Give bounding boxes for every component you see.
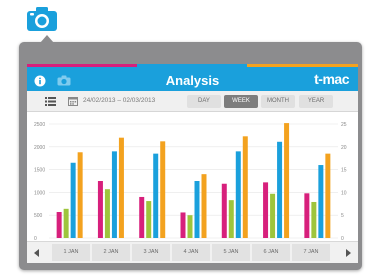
- bar-4-jan-s4: [201, 174, 207, 238]
- bar-1-jan-s4: [77, 152, 83, 238]
- bar-3-jan-s2: [146, 201, 152, 238]
- bar-3-jan-s4: [160, 141, 166, 238]
- arrow-left-icon[interactable]: [34, 249, 39, 257]
- y-tick-left: 1500: [34, 168, 45, 174]
- y-tick-left: 500: [34, 213, 43, 219]
- day-button-4[interactable]: 4 JAN: [172, 244, 210, 261]
- bar-3-jan-s1: [139, 196, 145, 238]
- brand-stripe-orange: [247, 64, 358, 67]
- header-bar: Analysis t-mac: [27, 64, 358, 91]
- y-tick-left: 2000: [34, 145, 45, 151]
- bar-3-jan-s3: [153, 153, 159, 238]
- bar-2-jan-s1: [97, 181, 103, 238]
- tab-week[interactable]: WEEK: [224, 95, 258, 108]
- bar-1-jan-s3: [70, 162, 76, 238]
- calendar-icon[interactable]: [68, 96, 78, 106]
- popover-pointer: [40, 35, 54, 43]
- y-tick-right: 20: [341, 145, 347, 151]
- y-tick-right: 10: [341, 190, 347, 196]
- arrow-right-icon[interactable]: [346, 249, 351, 257]
- app-screen: Analysis t-mac 24/02/2013 – 02/03/2013 D…: [27, 64, 358, 263]
- bar-7-jan-s4: [325, 153, 331, 238]
- bar-7-jan-s2: [311, 201, 317, 238]
- camera-icon[interactable]: [26, 6, 58, 32]
- bar-1-jan-s1: [56, 212, 62, 238]
- brand-logo: t-mac: [314, 71, 349, 87]
- tab-month[interactable]: MONTH: [261, 95, 295, 108]
- bar-5-jan-s3: [235, 151, 241, 238]
- date-range[interactable]: 24/02/2013 – 02/03/2013: [83, 97, 155, 104]
- y-tick-right: 5: [341, 213, 344, 219]
- page-title: Analysis: [165, 73, 220, 88]
- bar-2-jan-s3: [111, 151, 117, 238]
- bar-6-jan-s1: [263, 182, 269, 238]
- day-button-7[interactable]: 7 JAN: [292, 244, 330, 261]
- bar-6-jan-s4: [284, 123, 290, 238]
- brand-stripe-pink: [27, 64, 137, 67]
- day-button-1[interactable]: 1 JAN: [52, 244, 90, 261]
- list-icon[interactable]: [45, 97, 56, 106]
- bar-2-jan-s4: [118, 137, 124, 238]
- bar-6-jan-s3: [277, 141, 283, 238]
- y-tick-right: 0: [341, 236, 344, 240]
- y-tick-right: 15: [341, 168, 347, 174]
- toolbar: 24/02/2013 – 02/03/2013 DAY WEEK MONTH Y…: [27, 91, 358, 112]
- bar-4-jan-s1: [180, 212, 186, 238]
- y-tick-right: 25: [341, 122, 347, 128]
- day-button-3[interactable]: 3 JAN: [132, 244, 170, 261]
- bar-chart: 2500 252000 201500 151000 10500 50 0: [34, 122, 347, 240]
- bar-4-jan-s3: [194, 181, 200, 238]
- brand-stripe-blue: [137, 64, 247, 67]
- bar-7-jan-s1: [304, 193, 310, 238]
- bar-7-jan-s3: [318, 165, 324, 238]
- y-tick-left: 1000: [34, 190, 45, 196]
- tab-day[interactable]: DAY: [187, 95, 221, 108]
- day-button-6[interactable]: 6 JAN: [252, 244, 290, 261]
- bar-4-jan-s2: [187, 215, 193, 238]
- y-tick-left: 0: [34, 236, 37, 240]
- bar-6-jan-s2: [270, 193, 276, 238]
- bar-5-jan-s2: [228, 200, 234, 238]
- bar-5-jan-s4: [242, 136, 248, 238]
- day-button-5[interactable]: 5 JAN: [212, 244, 250, 261]
- day-pagination: 1 JAN 2 JAN 3 JAN 4 JAN 5 JAN 6 JAN 7 JA…: [27, 241, 358, 263]
- bar-2-jan-s2: [104, 189, 110, 238]
- tab-year[interactable]: YEAR: [299, 95, 333, 108]
- y-tick-left: 2500: [34, 122, 45, 128]
- day-button-2[interactable]: 2 JAN: [92, 244, 130, 261]
- bar-1-jan-s2: [63, 208, 69, 238]
- bar-5-jan-s1: [221, 183, 227, 238]
